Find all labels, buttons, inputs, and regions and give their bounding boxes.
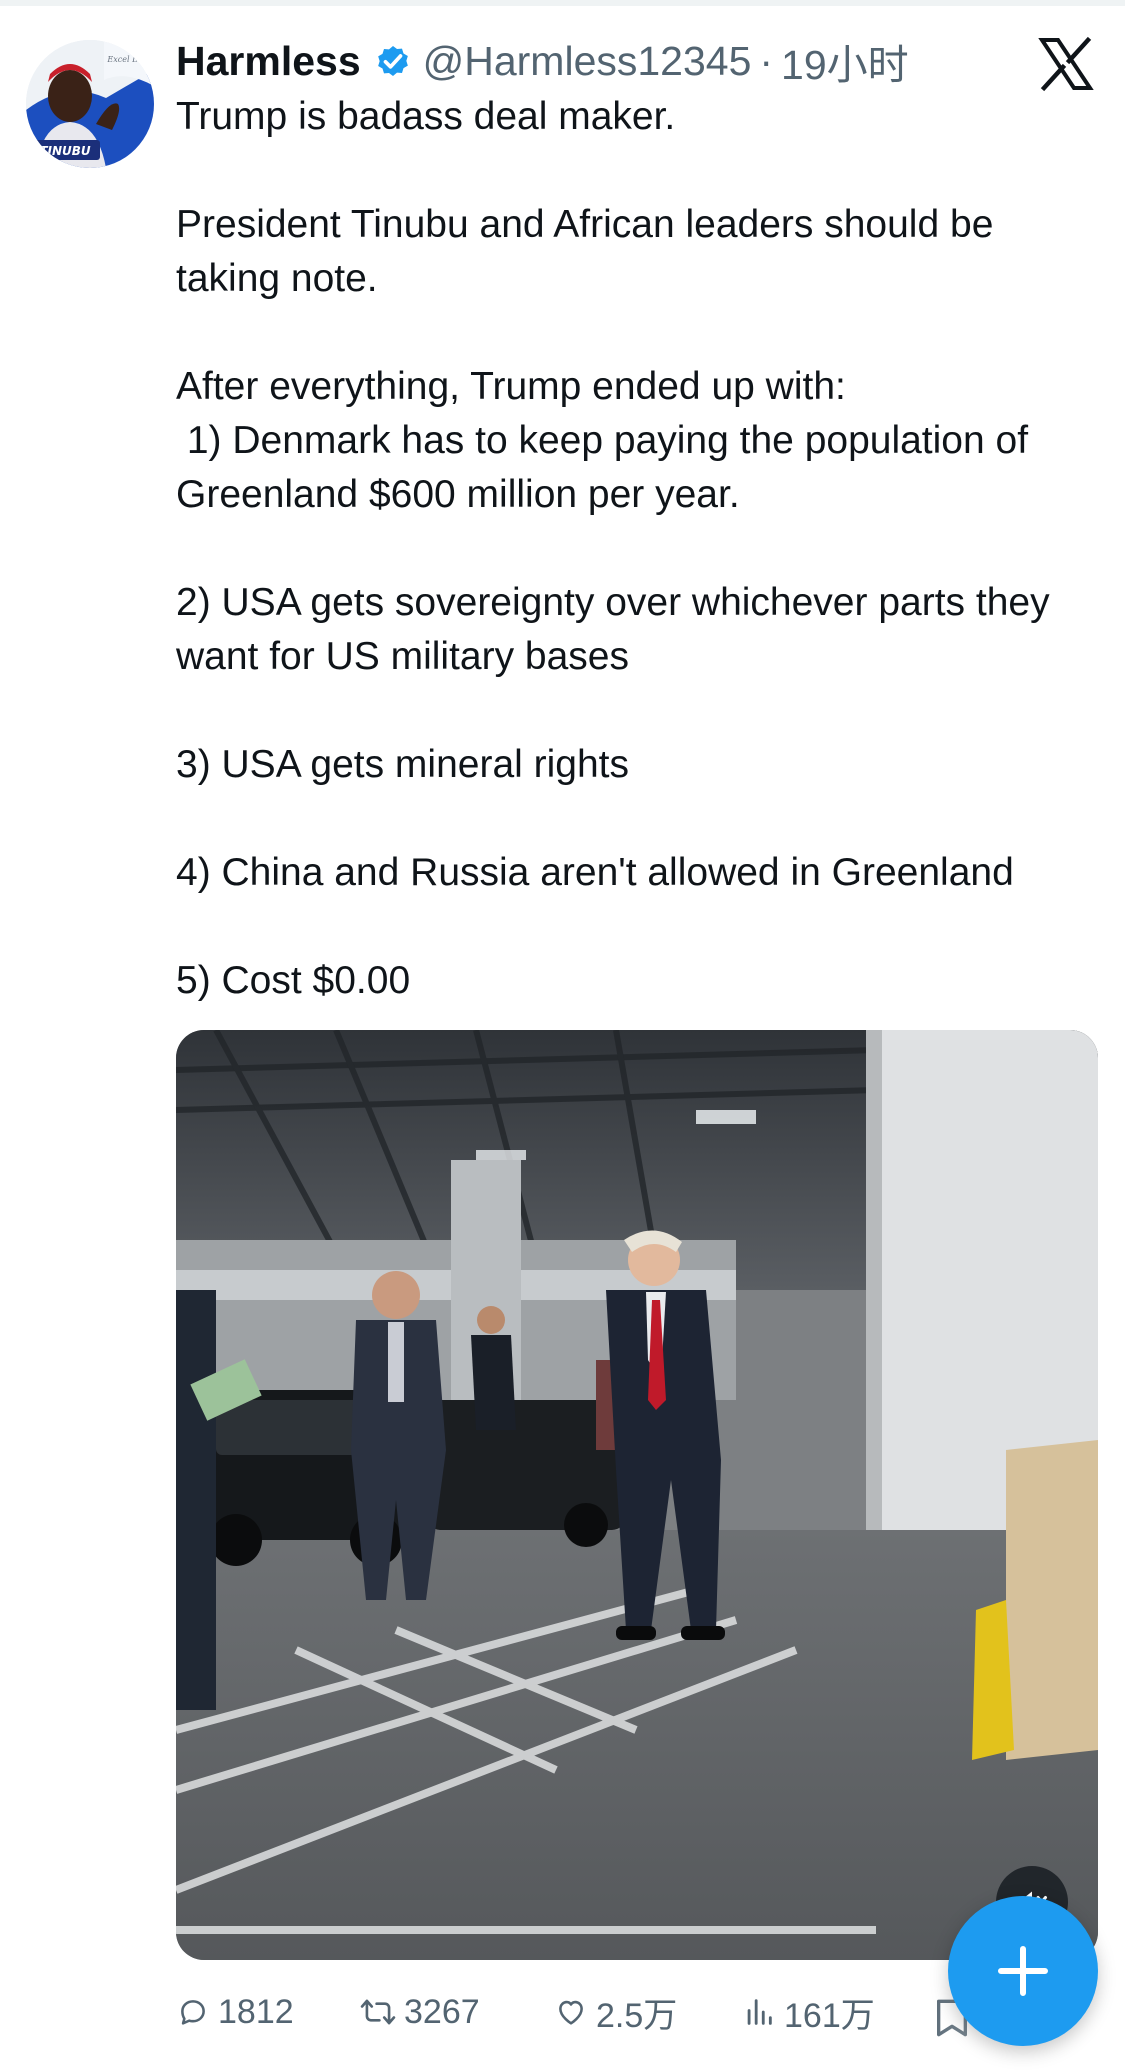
reply-button[interactable]: 1812 — [176, 1990, 294, 2034]
like-button[interactable]: 2.5万 — [554, 1990, 678, 2035]
post-line: Trump is badass deal maker. — [176, 95, 676, 138]
post-header: Harmless @Harmless12345 · 19小时 — [176, 32, 909, 90]
repost-count: 3267 — [404, 1992, 480, 2031]
views-count: 161万 — [784, 1996, 875, 2035]
post-video[interactable] — [176, 1030, 1098, 1960]
avatar[interactable]: TINUBU Excel Leader — [26, 40, 154, 168]
post-line: 4) China and Russia aren't allowed in Gr… — [176, 851, 1014, 894]
display-name[interactable]: Harmless — [176, 38, 361, 85]
avatar-badge-text: Excel Leader — [106, 55, 154, 64]
x-logo-icon[interactable] — [1038, 36, 1094, 92]
reply-icon — [181, 2000, 205, 2025]
post-line: President Tinubu and African leaders sho… — [176, 203, 1005, 300]
like-count: 2.5万 — [596, 1996, 678, 2035]
avatar-image: TINUBU Excel Leader — [26, 40, 154, 168]
plus-icon — [998, 1946, 1048, 1996]
verified-badge-icon — [377, 46, 408, 76]
views-button[interactable]: 161万 — [742, 1990, 875, 2035]
post-text: Trump is badass deal maker. President Ti… — [176, 90, 1106, 1008]
video-frame — [176, 1030, 1098, 1960]
post-timestamp[interactable]: 19小时 — [781, 31, 909, 91]
post-line: 5) Cost $0.00 — [176, 959, 411, 1002]
views-chart-icon — [747, 1999, 772, 2025]
reply-count: 1812 — [218, 1992, 294, 2031]
post-line: 3) USA gets mineral rights — [176, 743, 630, 786]
post-line: After everything, Trump ended up with: — [176, 365, 846, 408]
heart-icon — [559, 2000, 583, 2025]
repost-button[interactable]: 3267 — [360, 1990, 480, 2034]
post-line: 1) Denmark has to keep paying the popula… — [176, 419, 1039, 516]
compose-button[interactable] — [948, 1896, 1098, 2046]
repost-icon — [360, 1999, 396, 2025]
user-handle[interactable]: @Harmless12345 — [423, 38, 752, 85]
post-line: 2) USA gets sovereignty over whichever p… — [176, 581, 1061, 678]
avatar-sign-text: TINUBU — [39, 144, 91, 158]
header-separator: · — [759, 37, 774, 84]
top-divider — [0, 0, 1125, 6]
